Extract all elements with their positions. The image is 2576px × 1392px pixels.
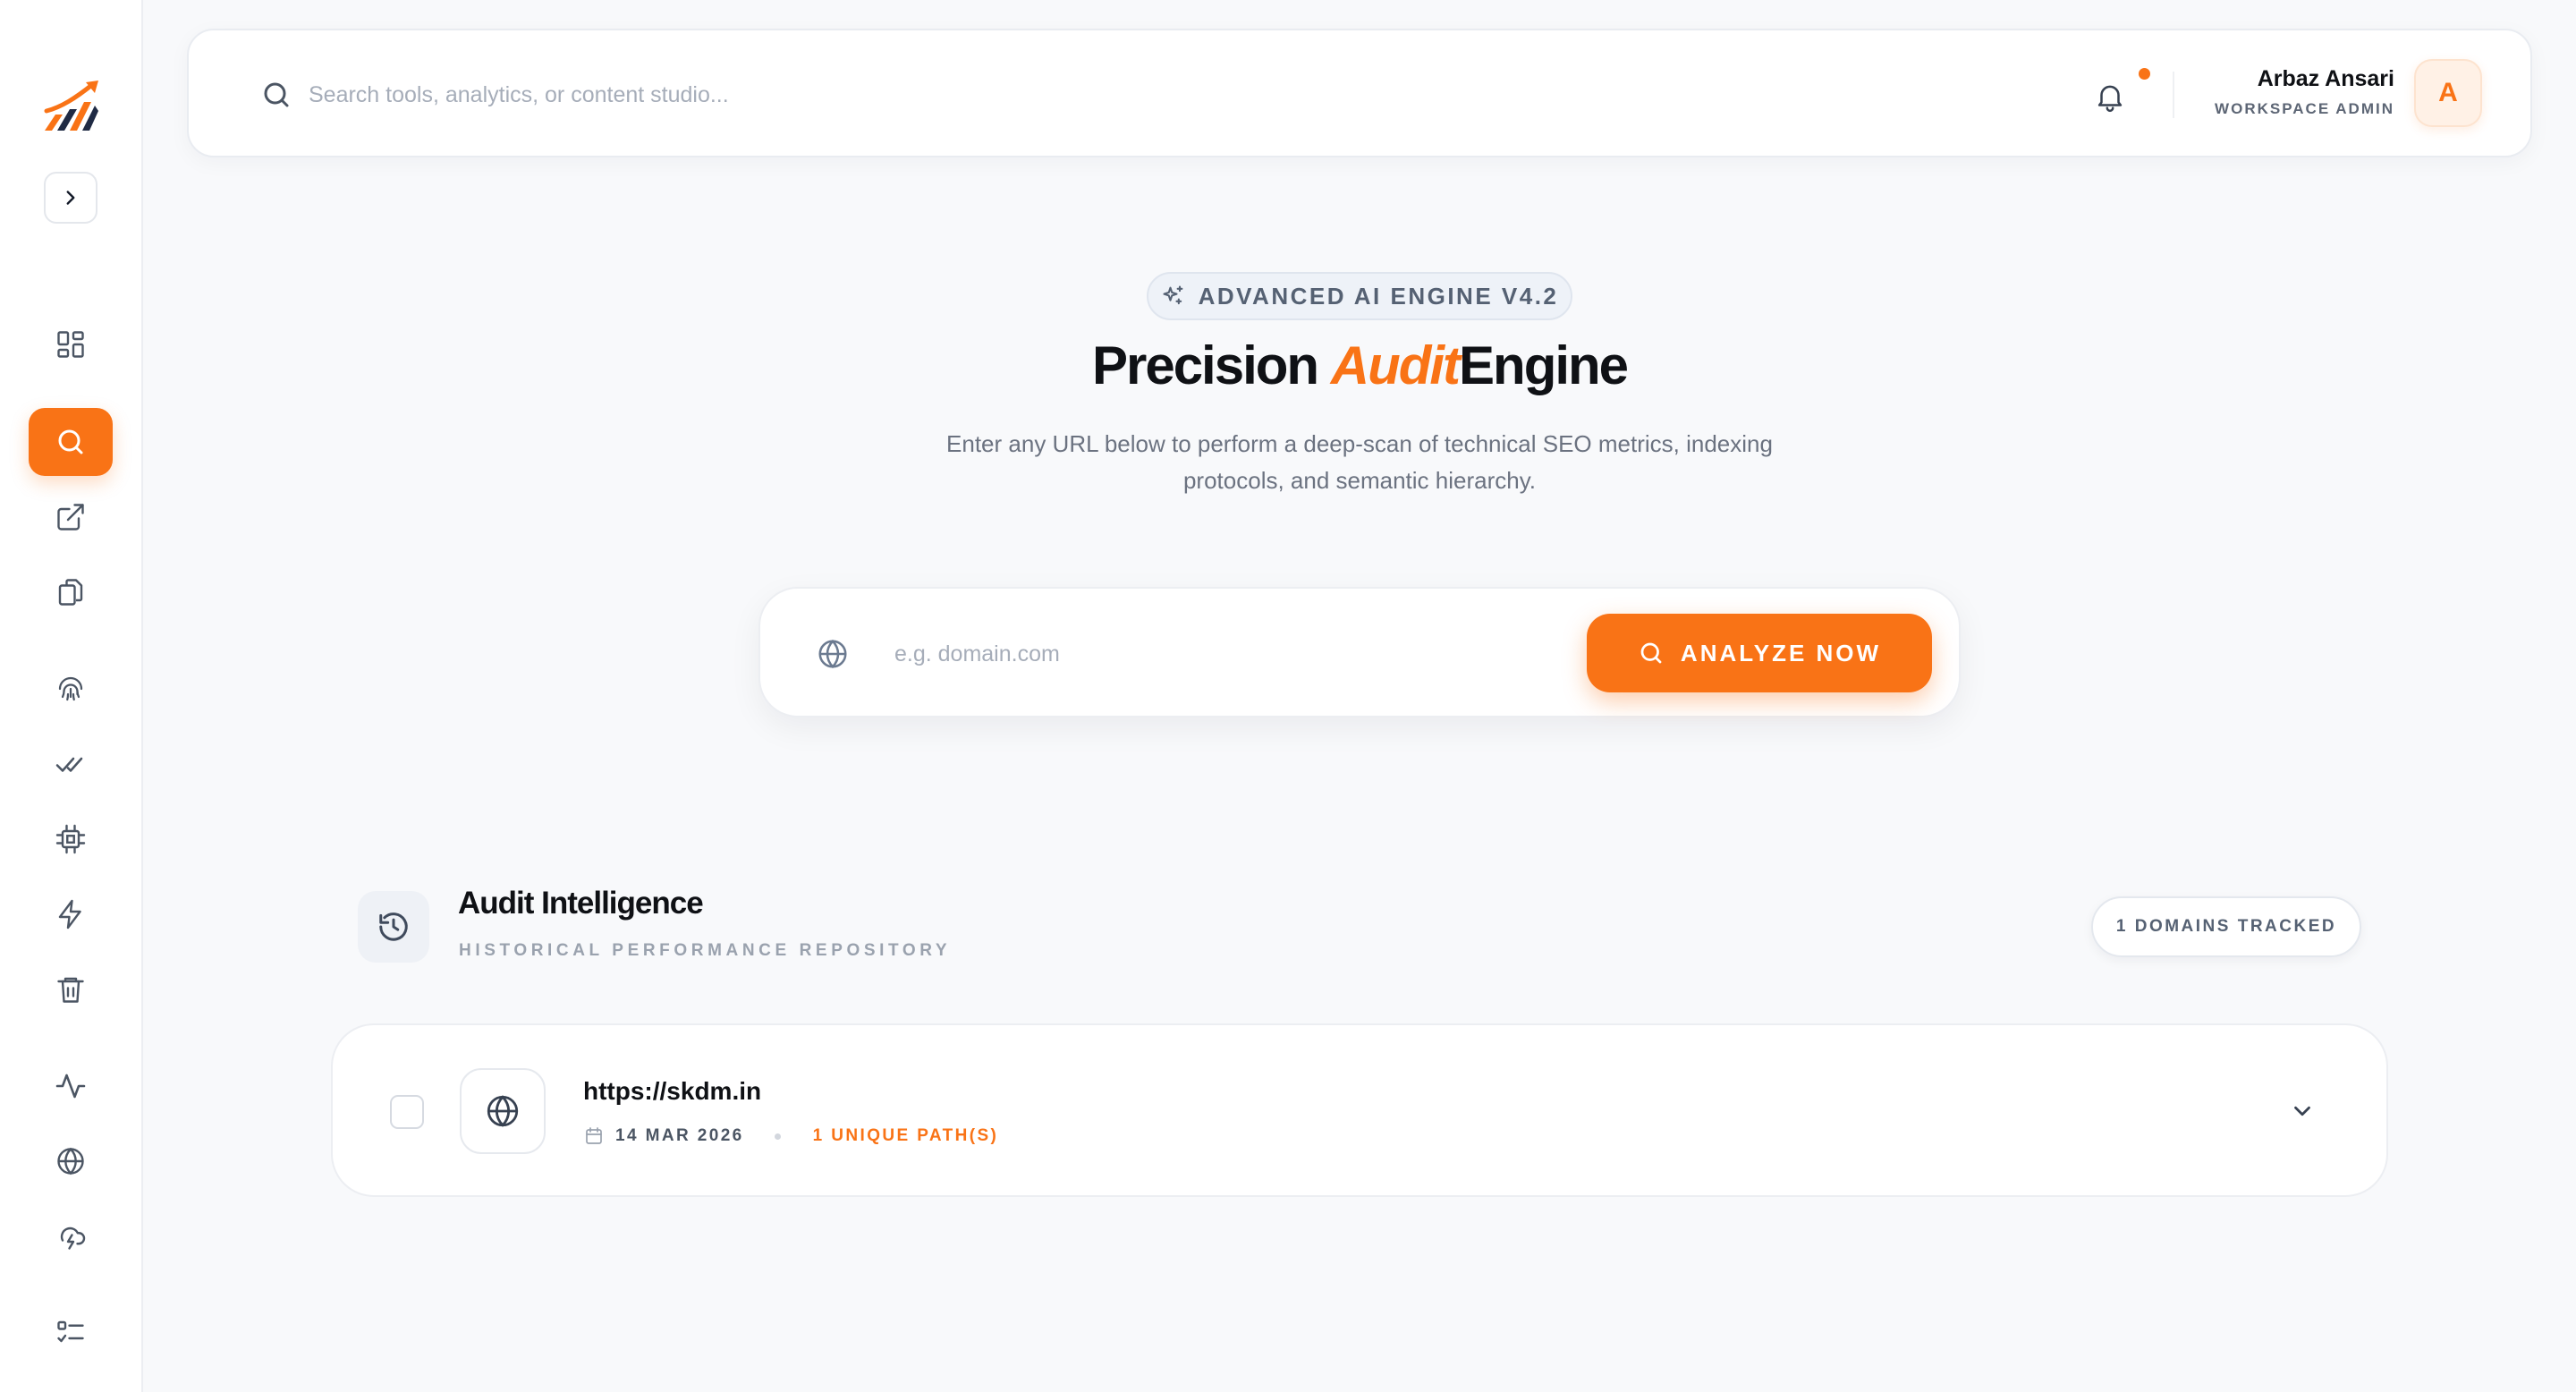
divider <box>2173 72 2174 118</box>
row-checkbox[interactable] <box>390 1095 424 1129</box>
history-icon <box>379 912 408 941</box>
search-icon <box>58 429 83 454</box>
cloud-lightning-icon <box>60 1226 86 1250</box>
engine-version-badge: ADVANCED AI ENGINE V4.2 <box>1147 272 1572 320</box>
lightning-icon <box>58 899 81 929</box>
chevron-right-icon <box>66 191 75 205</box>
title-part-1: Precision <box>1091 335 1319 395</box>
fingerprint-icon <box>58 676 83 701</box>
sidebar-collapse-button[interactable] <box>44 172 97 224</box>
search-icon <box>264 82 289 107</box>
row-unique-paths: 1 UNIQUE PATH(S) <box>812 1126 999 1145</box>
page-title: Precision AuditEngine <box>0 335 2576 396</box>
copy-files-icon <box>58 579 83 606</box>
history-icon-tile <box>358 891 429 963</box>
top-bar: Arbaz Ansari WORKSPACE ADMIN A <box>187 29 2532 157</box>
section-subtitle: HISTORICAL PERFORMANCE REPOSITORY <box>459 941 952 960</box>
sparkles-icon <box>1163 285 1182 305</box>
sidebar-item-cpu[interactable] <box>29 805 113 873</box>
cpu-chip-icon <box>55 824 86 854</box>
sidebar-item-lightning[interactable] <box>29 880 113 948</box>
globe-icon <box>57 1147 84 1176</box>
url-input[interactable] <box>894 624 1431 683</box>
avatar[interactable]: A <box>2414 59 2482 127</box>
app-root: Arbaz Ansari WORKSPACE ADMIN A ADVANCED … <box>0 0 2576 1392</box>
row-domain-icon-tile <box>460 1068 546 1154</box>
analyze-button-label: ANALYZE NOW <box>1680 639 1882 666</box>
section-title: Audit Intelligence <box>458 886 704 921</box>
activity-pulse-icon <box>55 1074 86 1099</box>
sidebar-item-trash[interactable] <box>29 955 113 1023</box>
sidebar <box>0 0 143 1392</box>
row-meta: 14 MAR 2026 1 UNIQUE PATH(S) <box>583 1124 998 1149</box>
title-accent: Audit <box>1330 335 1461 395</box>
notification-dot <box>2139 68 2150 80</box>
user-role: WORKSPACE ADMIN <box>2215 100 2394 117</box>
calendar-icon <box>586 1127 602 1144</box>
sidebar-item-checks[interactable] <box>29 730 113 798</box>
page-subtitle: Enter any URL below to perform a deep-sc… <box>946 430 1773 494</box>
audit-history-row[interactable]: https://skdm.in 14 MAR 2026 1 UNIQUE PAT… <box>331 1023 2388 1197</box>
external-link-icon <box>57 504 84 530</box>
globe-icon <box>487 1095 519 1127</box>
sidebar-item-checklist[interactable] <box>29 1299 113 1367</box>
search-icon <box>1640 642 1662 664</box>
sidebar-item-search[interactable] <box>29 408 113 476</box>
row-domain-url[interactable]: https://skdm.in <box>583 1077 761 1106</box>
brand-logo[interactable] <box>39 75 104 140</box>
chevron-down-icon <box>2294 1106 2310 1116</box>
sidebar-item-activity[interactable] <box>29 1052 113 1120</box>
user-name: Arbaz Ansari <box>2257 66 2394 91</box>
double-check-icon <box>55 757 83 772</box>
globe-icon <box>818 639 847 669</box>
title-part-2: Engine <box>1459 335 1629 395</box>
bell-icon <box>2097 85 2123 113</box>
notifications-button[interactable] <box>2083 72 2137 122</box>
sidebar-item-globe[interactable] <box>29 1127 113 1195</box>
row-expand-button[interactable] <box>2286 1095 2318 1127</box>
sidebar-item-fingerprint[interactable] <box>29 655 113 723</box>
url-analyzer: ANALYZE NOW <box>758 587 1961 717</box>
global-search-input[interactable] <box>309 66 1382 123</box>
checklist-icon <box>57 1320 84 1343</box>
sidebar-item-external-link[interactable] <box>29 483 113 551</box>
sidebar-item-copy[interactable] <box>29 558 113 626</box>
domains-tracked-label: 1 DOMAINS TRACKED <box>2115 917 2337 936</box>
analyze-now-button[interactable]: ANALYZE NOW <box>1587 614 1932 692</box>
row-date: 14 MAR 2026 <box>615 1126 744 1145</box>
meta-separator-dot <box>774 1133 781 1140</box>
domains-tracked-badge: 1 DOMAINS TRACKED <box>2091 896 2361 957</box>
trash-icon <box>57 977 84 1003</box>
sidebar-item-cloud[interactable] <box>29 1202 113 1270</box>
engine-badge-label: ADVANCED AI ENGINE V4.2 <box>1198 282 1559 310</box>
